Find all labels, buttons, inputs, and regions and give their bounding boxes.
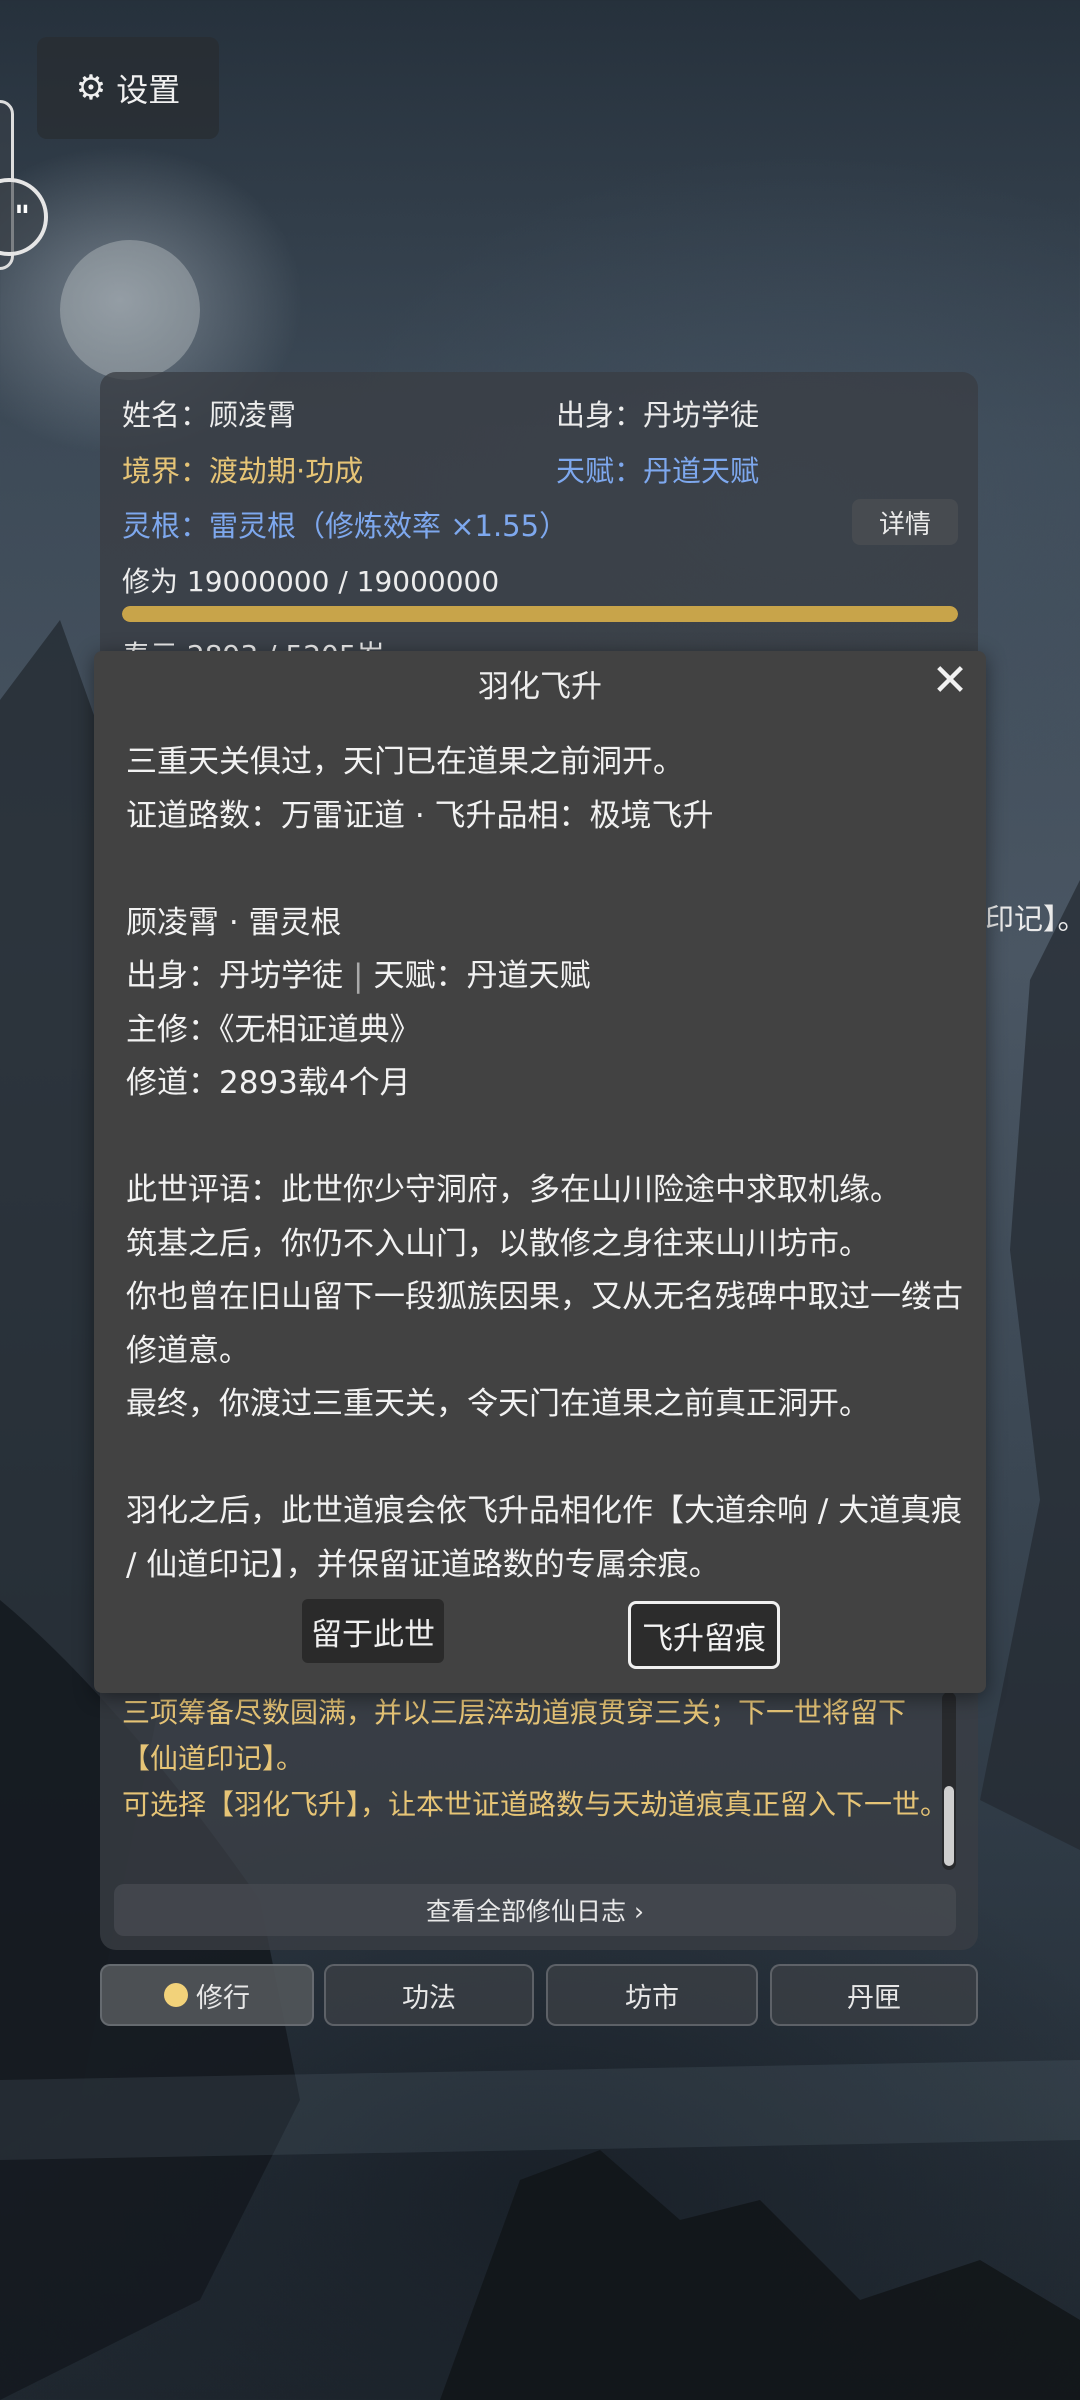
dialog-talent: 天赋：丹道天赋 bbox=[373, 958, 591, 994]
dialog-text: 证道路数：万雷证道 · 飞升品相：极境飞升 bbox=[126, 797, 714, 834]
moon bbox=[60, 240, 200, 380]
dialog-body: 三重天关俱过，天门已在道果之前洞开。 证道路数：万雷证道 · 飞升品相：极境飞升… bbox=[126, 736, 966, 1592]
origin-label: 出身：丹坊学徒 bbox=[556, 398, 760, 432]
tab-label: 功法 bbox=[402, 1982, 456, 2014]
dialog-text: 修道：2893载4个月 bbox=[126, 1065, 411, 1101]
separator: | bbox=[353, 958, 364, 994]
dialog-text: 你也曾在旧山留下一段狐族因果，又从无名残碑中取过一缕古修道意。 bbox=[126, 1279, 963, 1369]
cultivation-progress-bar bbox=[122, 606, 958, 622]
name-label: 姓名：顾凌霄 bbox=[122, 398, 297, 432]
close-icon[interactable]: ✕ bbox=[928, 659, 972, 703]
detail-button[interactable]: 详情 bbox=[852, 499, 958, 545]
log-scrollbar-thumb[interactable] bbox=[944, 1786, 954, 1866]
realm-label: 境界：渡劫期·功成 bbox=[122, 454, 364, 488]
tab-label: 丹匣 bbox=[847, 1982, 901, 2014]
rocks-bottom bbox=[440, 2150, 1080, 2400]
tab-pill-box[interactable]: 丹匣 bbox=[770, 1964, 978, 2026]
gear-icon: ⚙ bbox=[75, 68, 107, 108]
tab-cultivate[interactable]: 修行 bbox=[100, 1964, 314, 2026]
active-dot-icon bbox=[164, 1983, 188, 2007]
log-entry: 可选择【羽化飞升】，让本世证道路数与天劫道痕真正留入下一世。 bbox=[122, 1788, 949, 1821]
mountain-right bbox=[980, 880, 1080, 1850]
dialog-text: 羽化之后，此世道痕会依飞升品相化作【大道余响 / 大道真痕 / 仙道印记】，并保… bbox=[126, 1493, 963, 1583]
dialog-origin: 出身：丹坊学徒 bbox=[126, 958, 343, 994]
log-text-fragment: 印记】。 bbox=[985, 902, 1080, 936]
settings-label: 设置 bbox=[116, 71, 181, 109]
talent-label: 天赋：丹道天赋 bbox=[556, 454, 760, 488]
log-entry: 三项筹备尽数圆满，并以三层淬劫道痕贯穿三关；下一世将留下【仙道印记】。 bbox=[122, 1696, 907, 1775]
dialog-title: 羽化飞升 bbox=[478, 669, 602, 705]
cultivation-log[interactable]: 三项筹备尽数圆满，并以三层淬劫道痕贯穿三关；下一世将留下【仙道印记】。 可选择【… bbox=[100, 1690, 978, 1890]
dialog-origin-talent: 出身：丹坊学徒 | 天赋：丹道天赋 bbox=[126, 950, 966, 1004]
dialog-text: 此世评语：此世你少守洞府，多在山川险途中求取机缘。 bbox=[126, 1172, 901, 1208]
ascension-dialog: 羽化飞升 ✕ 三重天关俱过，天门已在道果之前洞开。 证道路数：万雷证道 · 飞升… bbox=[94, 651, 986, 1693]
ascend-button[interactable]: 飞升留痕 bbox=[628, 1601, 780, 1669]
dialog-text: 顾凌霄 · 雷灵根 bbox=[126, 904, 342, 941]
dialog-text: 筑基之后，你仍不入山门，以散修之身往来山川坊市。 bbox=[126, 1225, 870, 1262]
cultivation-progress-fill bbox=[122, 606, 958, 622]
tab-market[interactable]: 坊市 bbox=[546, 1964, 758, 2026]
cultivation-label: 修为 19000000 / 19000000 bbox=[122, 565, 500, 598]
spirit-root-label: 灵根：雷灵根（修炼效率 ×1.55） bbox=[122, 509, 569, 543]
view-all-log-button[interactable]: 查看全部修仙日志 › bbox=[114, 1884, 956, 1936]
tab-label: 修行 bbox=[196, 1982, 250, 2014]
tab-label: 坊市 bbox=[625, 1982, 679, 2014]
dialog-text: 最终，你渡过三重天关，令天门在道果之前真正洞开。 bbox=[126, 1386, 870, 1422]
settings-button[interactable]: ⚙ 设置 bbox=[37, 37, 219, 139]
dialog-text: 主修：《无相证道典》 bbox=[126, 1011, 421, 1048]
tab-techniques[interactable]: 功法 bbox=[324, 1964, 534, 2026]
dialog-text: 三重天关俱过，天门已在道果之前洞开。 bbox=[126, 744, 684, 780]
stay-button[interactable]: 留于此世 bbox=[302, 1599, 444, 1663]
